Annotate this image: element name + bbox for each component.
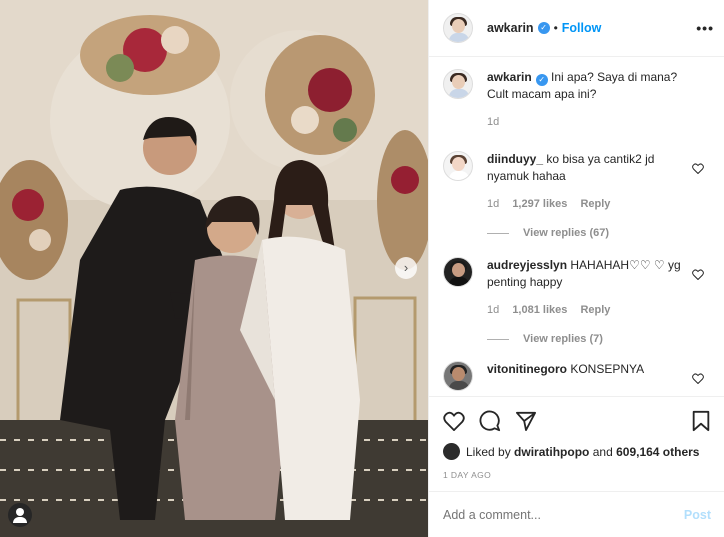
heart-icon[interactable] (443, 411, 465, 431)
caption-age[interactable]: 1d (487, 116, 499, 128)
commenter-avatar[interactable] (443, 151, 473, 181)
caption: awkarin ✓ Ini apa? Saya di mana? Cult mac… (443, 69, 710, 131)
comment-username[interactable]: diinduyy_ (487, 152, 543, 166)
share-icon[interactable] (515, 411, 537, 431)
comment-text: KONSEPNYA (570, 362, 645, 376)
likes-summary: Liked by dwiratihpopo and 609,164 others (443, 443, 711, 460)
view-replies-button[interactable]: View replies (7) (487, 333, 710, 345)
liker-username[interactable]: dwiratihpopo (514, 445, 589, 459)
tag-user-icon[interactable] (8, 503, 32, 527)
comment-body: diinduyy_ ko bisa ya cantik2 jd nyamuk h… (487, 151, 683, 213)
heart-icon[interactable] (692, 163, 704, 174)
separator-dot: • (553, 21, 558, 35)
divider (487, 338, 509, 340)
more-options-icon[interactable]: ••• (696, 20, 714, 36)
comment-input[interactable] (443, 507, 684, 522)
post-comment-button[interactable]: Post (684, 508, 711, 522)
author-avatar[interactable] (443, 13, 473, 43)
view-replies-label[interactable]: View replies (7) (523, 333, 603, 345)
post-side-panel: awkarin ✓ • Follow ••• awkarin ✓ Ini apa?… (428, 0, 724, 537)
view-replies-button[interactable]: View replies (67) (487, 227, 710, 239)
likes-count[interactable]: 609,164 others (616, 445, 699, 459)
add-comment-bar: Post (429, 491, 724, 537)
caption-avatar[interactable] (443, 69, 473, 99)
reply-button[interactable]: Reply (580, 304, 610, 316)
verified-badge-icon: ✓ (535, 74, 548, 86)
comment-likes[interactable]: 1,297 likes (512, 198, 567, 210)
post-actions: Liked by dwiratihpopo and 609,164 others… (429, 396, 724, 491)
bookmark-icon[interactable] (691, 410, 711, 432)
comment: diinduyy_ ko bisa ya cantik2 jd nyamuk h… (443, 151, 710, 213)
post-header: awkarin ✓ • Follow ••• (429, 0, 724, 57)
comment-username[interactable]: audreyjesslyn (487, 258, 567, 272)
comment: vitonitinegoro KONSEPNYA (443, 361, 710, 391)
reply-button[interactable]: Reply (580, 198, 610, 210)
likes-mid: and (592, 444, 613, 459)
post-photo[interactable]: › (0, 0, 428, 537)
comment-age[interactable]: 1d (487, 198, 499, 210)
comment-meta: 1d 1,081 likes Reply (487, 302, 683, 319)
follow-button[interactable]: Follow (562, 21, 602, 35)
heart-icon[interactable] (692, 269, 704, 280)
verified-badge-icon: ✓ (537, 22, 550, 34)
chevron-right-icon[interactable]: › (395, 257, 417, 279)
comment-icon[interactable] (479, 410, 501, 432)
heart-icon[interactable] (692, 373, 704, 384)
commenter-avatar[interactable] (443, 361, 473, 391)
caption-body: awkarin ✓ Ini apa? Saya di mana? Cult mac… (487, 69, 683, 131)
view-replies-label[interactable]: View replies (67) (523, 227, 609, 239)
comment-body: audreyjesslyn HAHAHAH♡♡ ♡ yg penting hap… (487, 257, 683, 319)
caption-meta: 1d (487, 114, 683, 131)
post-window: › awkarin ✓ • Follow ••• awkarin ✓ Ini ap… (0, 0, 724, 537)
author-username[interactable]: awkarin (487, 21, 534, 35)
commenter-avatar[interactable] (443, 257, 473, 287)
comment: audreyjesslyn HAHAHAH♡♡ ♡ yg penting hap… (443, 257, 710, 319)
post-image (0, 0, 428, 537)
comments-list[interactable]: awkarin ✓ Ini apa? Saya di mana? Cult mac… (429, 57, 724, 397)
action-icons (443, 407, 711, 435)
post-timestamp[interactable]: 1 DAY AGO (443, 470, 711, 480)
caption-username[interactable]: awkarin (487, 70, 532, 84)
comment-likes[interactable]: 1,081 likes (512, 304, 567, 316)
liker-avatar[interactable] (443, 443, 460, 460)
comment-username[interactable]: vitonitinegoro (487, 362, 567, 376)
likes-prefix: Liked by (466, 444, 511, 459)
comment-body: vitonitinegoro KONSEPNYA (487, 361, 683, 391)
comment-age[interactable]: 1d (487, 304, 499, 316)
divider (487, 232, 509, 234)
comment-meta: 1d 1,297 likes Reply (487, 196, 683, 213)
